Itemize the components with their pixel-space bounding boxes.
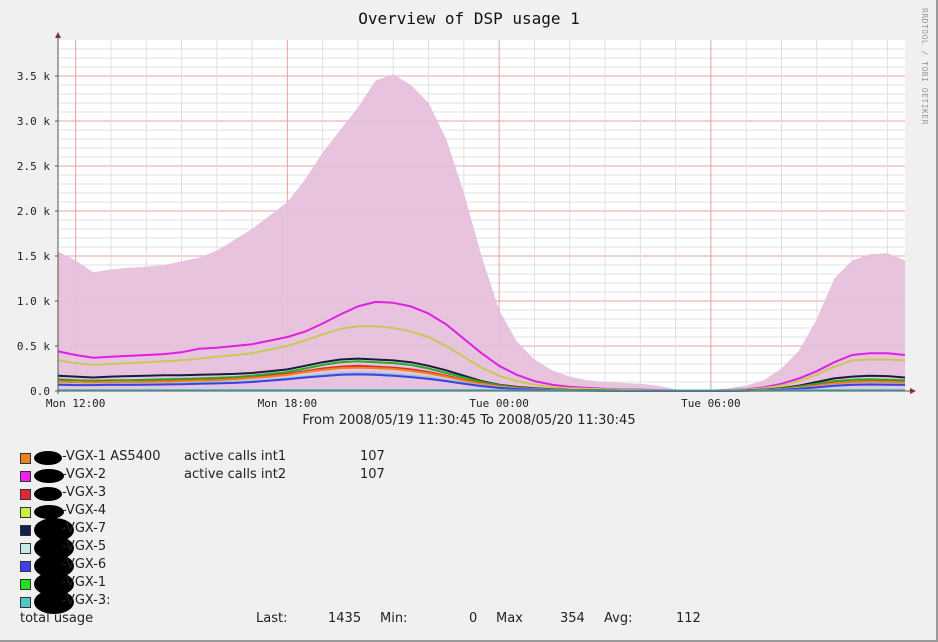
legend-swatch (20, 561, 31, 572)
x-tick-label: Tue 00:00 (469, 397, 529, 410)
y-tick-label: 3.5 k (17, 70, 50, 83)
max-value: 354 (560, 611, 585, 626)
legend-label: -VGX-1 AS5400 (62, 449, 161, 464)
totals-label: total usage (20, 611, 94, 626)
x-tick-label: Mon 18:00 (258, 397, 318, 410)
avg-value: 112 (676, 611, 701, 626)
legend-label: -VGX-1 (62, 575, 107, 590)
legend-swatch (20, 525, 31, 536)
y-tick-label: 1.5 k (17, 250, 50, 263)
legend-value: 107 (360, 449, 385, 464)
time-range-label: From 2008/05/19 11:30:45 To 2008/05/20 1… (302, 413, 636, 428)
y-tick-label: 0.5 k (17, 340, 50, 353)
legend-swatch (20, 543, 31, 554)
y-tick-labels: 0.00.5 k1.0 k1.5 k2.0 k2.5 k3.0 k3.5 k (17, 70, 58, 398)
redaction-blot (34, 469, 64, 483)
last-label: Last: (256, 611, 288, 626)
legend-label: -VGX-4 (62, 503, 107, 518)
y-tick-label: 3.0 k (17, 115, 50, 128)
legend-value: 107 (360, 467, 385, 482)
y-tick-label: 2.5 k (17, 160, 50, 173)
redaction-blot (34, 505, 64, 519)
legend-label: -VGX-7 (62, 521, 107, 536)
legend-swatch (20, 489, 31, 500)
legend-swatch (20, 507, 31, 518)
legend-extra-label: active calls int2 (184, 467, 287, 482)
avg-label: Avg: (604, 611, 633, 626)
redaction-blot (34, 487, 62, 501)
legend-extra-label: active calls int1 (184, 449, 287, 464)
y-tick-label: 2.0 k (17, 205, 50, 218)
y-axis-arrow (55, 32, 61, 38)
x-axis-arrow (910, 388, 916, 394)
x-tick-labels: Mon 12:00 Mon 18:00 Tue 00:00 Tue 06:00 (46, 397, 741, 410)
legend-label: -VGX-3 (62, 485, 107, 500)
chart-canvas: 0.00.5 k1.0 k1.5 k2.0 k2.5 k3.0 k3.5 k M… (17, 32, 916, 410)
legend-label: -VGX-5 (62, 539, 107, 554)
max-label: Max (496, 611, 523, 626)
min-label: Min: (380, 611, 408, 626)
legend-label: -VGX-2 (62, 467, 107, 482)
legend-swatch (20, 471, 31, 482)
x-tick-label: Tue 06:00 (681, 397, 741, 410)
legend-label: -VGX-3: (62, 593, 111, 608)
y-tick-label: 1.0 k (17, 295, 50, 308)
legend-swatch (20, 453, 31, 464)
last-value: 1435 (328, 611, 362, 626)
redaction-blot (34, 451, 62, 465)
x-tick-label: Mon 12:00 (46, 397, 106, 410)
min-value: 0 (469, 611, 478, 626)
legend-swatch (20, 597, 31, 608)
legend-label: -VGX-6 (62, 557, 107, 572)
legend-swatch (20, 579, 31, 590)
